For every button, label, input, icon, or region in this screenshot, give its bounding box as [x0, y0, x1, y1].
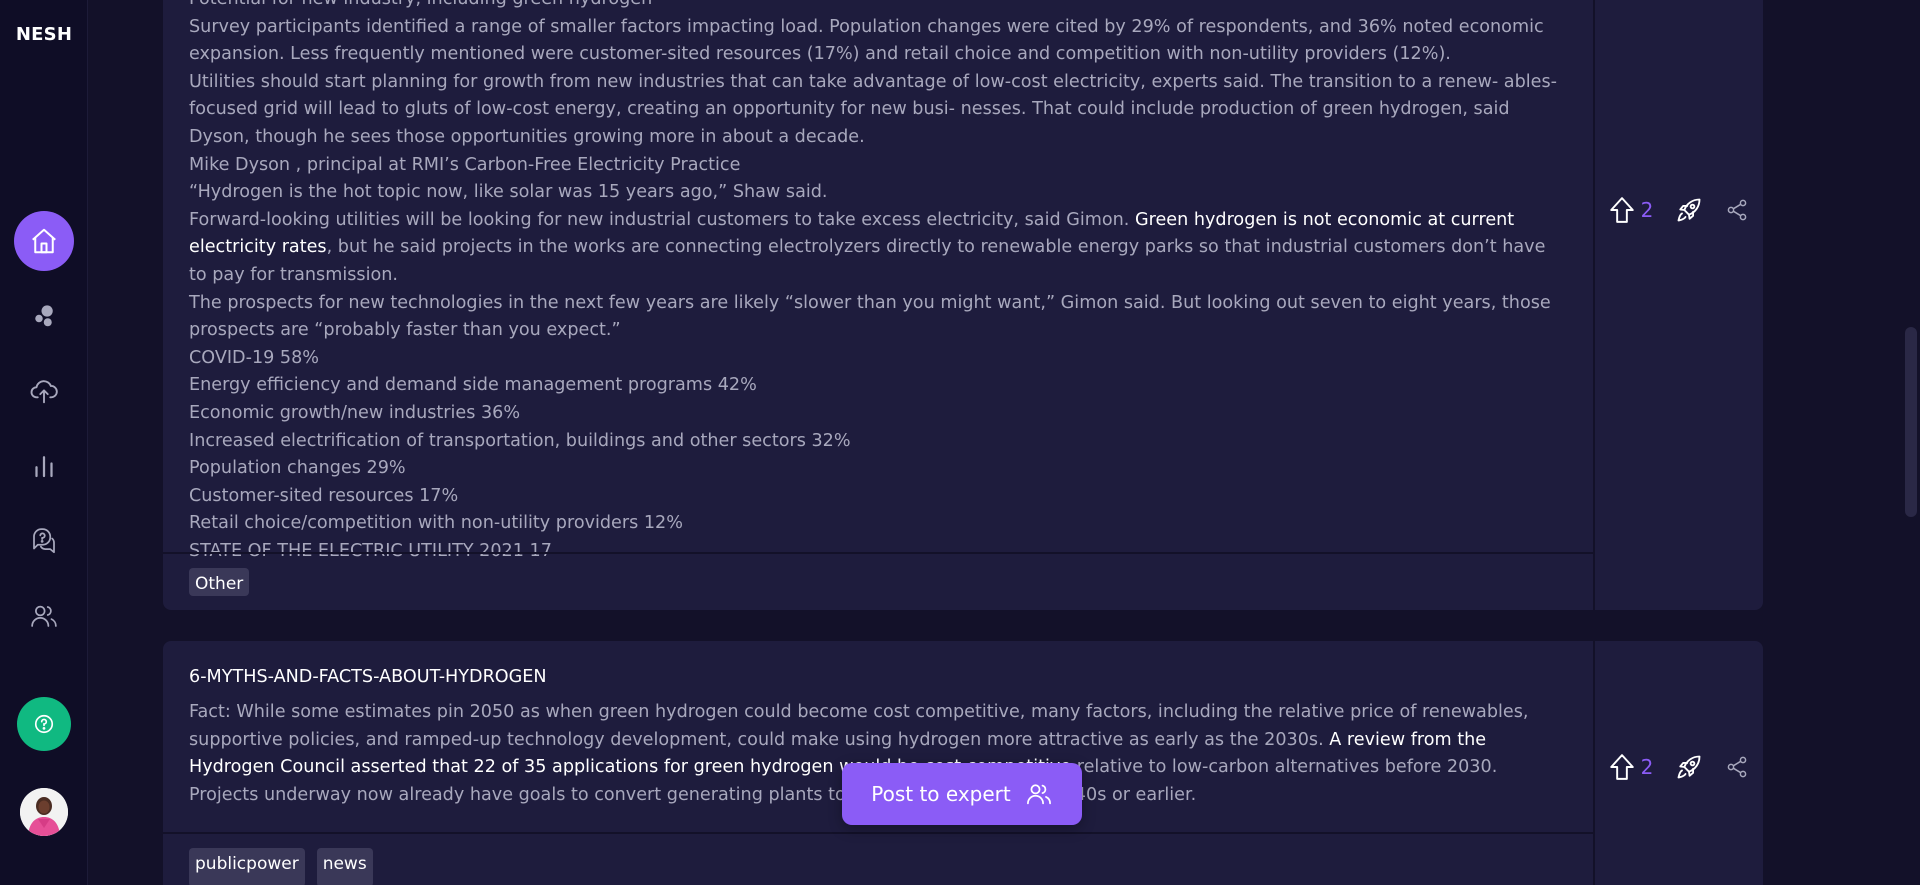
boost-button[interactable] — [1675, 753, 1703, 781]
nav-questions[interactable] — [14, 511, 74, 571]
app-logo[interactable]: NESH — [0, 24, 88, 45]
rocket-icon — [1677, 755, 1701, 779]
card-title[interactable]: 6-MYTHS-AND-FACTS-ABOUT-HYDROGEN — [163, 641, 1593, 699]
body-text: Potential for new industry, including gr… — [189, 0, 652, 9]
boost-button[interactable] — [1675, 196, 1703, 224]
upvote-button[interactable]: 2 — [1609, 196, 1654, 224]
arrow-up-icon — [1609, 197, 1634, 223]
share-button[interactable] — [1725, 198, 1749, 222]
card-tags: Other — [163, 552, 1593, 610]
share-button[interactable] — [1725, 755, 1749, 779]
card-paragraph: Population changes 29% — [189, 455, 1567, 483]
card-paragraph: Utilities should start planning for grow… — [189, 69, 1567, 152]
body-text: Survey participants identified a range o… — [189, 16, 1544, 65]
nav-analytics[interactable] — [14, 436, 74, 496]
nav-insights[interactable] — [14, 286, 74, 346]
users-icon — [31, 605, 57, 627]
card-divider — [1593, 0, 1595, 610]
body-text: Fact: While some estimates pin 2050 as w… — [189, 702, 1529, 750]
body-text: Retail choice/competition with non-utili… — [189, 513, 683, 534]
body-text: The prospects for new technologies in th… — [189, 292, 1551, 341]
tag-chip[interactable]: news — [316, 848, 373, 885]
card-paragraph: Energy efficiency and demand side manage… — [189, 372, 1567, 400]
card-paragraph: “Hydrogen is the hot topic now, like sol… — [189, 179, 1567, 207]
card-content: Potential for new industry, including gr… — [163, 0, 1593, 565]
post-to-expert-button[interactable]: Post to expert — [842, 763, 1082, 825]
share-icon — [1728, 199, 1747, 221]
card-actions: 2 — [1595, 182, 1763, 238]
body-text: Population changes 29% — [189, 458, 406, 479]
card-paragraph: Customer-sited resources 17% — [189, 483, 1567, 511]
nav-upload[interactable] — [14, 361, 74, 421]
body-text: Customer-sited resources 17% — [189, 485, 459, 506]
nav-experts[interactable] — [14, 586, 74, 646]
body-text: “Hydrogen is the hot topic now, like sol… — [189, 182, 828, 203]
bubbles-icon — [35, 305, 53, 327]
help-icon — [34, 714, 54, 734]
body-text: , but he said projects in the works are … — [189, 237, 1546, 285]
arrow-up-icon — [1609, 754, 1634, 780]
avatar-image — [20, 788, 68, 836]
body-text: COVID-19 58% — [189, 347, 320, 368]
user-avatar[interactable] — [20, 788, 68, 836]
body-text: Utilities should start planning for grow… — [189, 71, 1557, 147]
users-icon — [1026, 784, 1051, 805]
card-paragraph: Retail choice/competition with non-utili… — [189, 510, 1567, 538]
home-icon — [32, 228, 56, 254]
card-paragraph: The prospects for new technologies in th… — [189, 290, 1567, 345]
card-tags: publicpower news — [163, 832, 1593, 885]
body-text: Forward-looking utilities will be lookin… — [189, 209, 1135, 230]
body-text: Economic growth/new industries 36% — [189, 402, 521, 423]
help-button[interactable] — [17, 697, 71, 751]
body-text: Increased electrification of transportat… — [189, 430, 851, 451]
card-paragraph: Forward-looking utilities will be lookin… — [189, 207, 1567, 290]
scrollbar-thumb[interactable] — [1905, 327, 1917, 517]
tag-chip[interactable]: Other — [189, 568, 250, 596]
tag-chip[interactable]: publicpower — [189, 848, 305, 885]
bar-chart-icon — [35, 456, 53, 478]
post-to-expert-label: Post to expert — [871, 782, 1011, 806]
upvote-count: 2 — [1640, 198, 1654, 222]
upvote-count: 2 — [1640, 755, 1654, 779]
card-paragraph: Increased electrification of transportat… — [189, 428, 1567, 456]
rocket-icon — [1677, 198, 1701, 222]
chat-question-icon — [33, 528, 55, 554]
share-icon — [1728, 756, 1747, 778]
body-text: Mike Dyson , principal at RMI’s Carbon-F… — [189, 154, 741, 175]
nav-home[interactable] — [14, 211, 74, 271]
body-text: Energy efficiency and demand side manage… — [189, 375, 757, 396]
sidebar: NESH — [0, 0, 88, 885]
card-text: Potential for new industry, including gr… — [163, 0, 1593, 565]
card-paragraph: COVID-19 58% — [189, 345, 1567, 373]
card-paragraph: Mike Dyson , principal at RMI’s Carbon-F… — [189, 152, 1567, 180]
upvote-button[interactable]: 2 — [1609, 753, 1654, 781]
card-actions: 2 — [1595, 739, 1763, 795]
card-paragraph: Survey participants identified a range o… — [189, 14, 1567, 69]
card-paragraph: Potential for new industry, including gr… — [189, 0, 1567, 14]
result-card: Potential for new industry, including gr… — [163, 0, 1763, 610]
card-paragraph: Economic growth/new industries 36% — [189, 400, 1567, 428]
cloud-upload-icon — [30, 380, 58, 404]
